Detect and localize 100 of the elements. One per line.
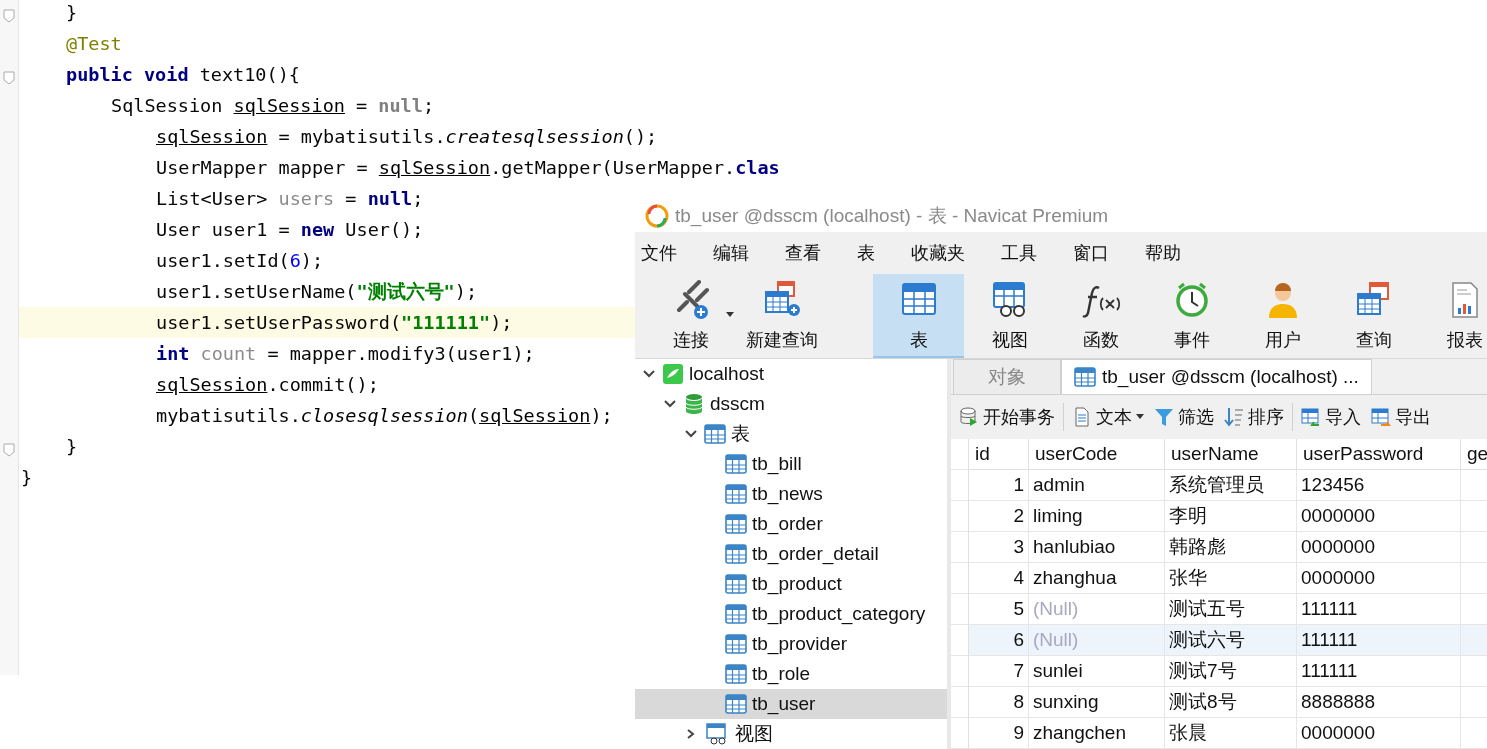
row-header[interactable] [951,625,969,656]
toolbar-button[interactable]: 导入 [1299,402,1363,431]
table-cell: 测试8号 [1165,687,1297,718]
tree-item[interactable]: 视图 [635,719,947,749]
tree-item[interactable]: tb_bill [635,449,947,479]
table-cell: 5 [969,594,1029,625]
toolbar-button[interactable]: 事件 [1146,274,1237,358]
filter-icon [1154,406,1174,427]
tree-item[interactable]: tb_product [635,569,947,599]
row-header[interactable] [951,594,969,625]
tree-item-label: tb_product_category [752,603,926,625]
toolbar-button[interactable]: 新建查询 [736,274,827,358]
tree-item-label: tb_order [752,513,823,535]
toolbar-button[interactable]: 开始事务 [957,402,1057,431]
code-line: User user1 = new User(); [156,218,424,242]
menu-item[interactable]: 窗口 [1073,241,1109,265]
chevron-icon[interactable] [663,399,677,409]
table-cell: (Null) [1029,594,1165,625]
fold-marker-icon[interactable] [3,442,15,457]
menu-item[interactable]: 帮助 [1145,241,1181,265]
row-header[interactable] [951,718,969,749]
tab[interactable]: tb_user @dsscm (localhost) ... [1061,359,1372,394]
tree-item[interactable]: tb_order_detail [635,539,947,569]
table-cell: 0000000 [1297,718,1461,749]
table-cell: 8 [969,687,1029,718]
tree-item-label: tb_user [752,693,816,715]
fold-marker-icon[interactable] [3,8,15,23]
code-line: sqlSession = mybatisutils.createsqlsession(); [156,125,658,149]
tree-item-label: 视图 [735,722,773,746]
toolbar-button[interactable]: 用户 [1237,274,1328,358]
table-cell: 0000000 [1297,563,1461,594]
row-header[interactable] [951,656,969,687]
toolbar-button[interactable]: 导出 [1369,402,1433,431]
table-cell: 111111 [1297,594,1461,625]
code-line: sqlSession.commit(); [156,373,379,397]
tree-item-label: tb_bill [752,453,802,475]
app-logo-icon [645,204,669,228]
window-title: tb_user @dsscm (localhost) - 表 - Navicat Premium [675,204,1109,229]
table-icon [1074,365,1096,388]
tree-item-label: 表 [731,422,750,446]
code-line: } [66,1,78,25]
table-icon [725,573,747,595]
chevron-icon[interactable] [684,429,698,439]
toolbar-button[interactable]: 排序 [1222,402,1286,431]
tree-item[interactable]: tb_product_category [635,599,947,629]
code-line: @Test [66,32,122,56]
chevron-icon[interactable] [642,369,656,379]
table-icon [725,693,747,715]
fold-marker-icon[interactable] [3,70,15,85]
menu-item[interactable]: 表 [857,241,875,265]
code-line: user1.setUserName("测试六号"); [156,280,478,304]
row-header[interactable] [951,687,969,718]
toolbar-button[interactable]: 文本 [1070,402,1146,431]
row-header[interactable] [951,501,969,532]
toolbar-button[interactable]: 筛选 [1152,402,1216,431]
table-cell: 123456 [1297,470,1461,501]
table-cell: (Null) [1029,625,1165,656]
table-cell: 测试五号 [1165,594,1297,625]
tree-item[interactable]: dsscm [635,389,947,419]
tree-item[interactable]: tb_user [635,689,947,719]
row-header[interactable] [951,563,969,594]
table-cell: 9 [969,718,1029,749]
toolbar-button[interactable]: 报表 [1419,274,1487,358]
database-icon [683,393,705,415]
tree-item[interactable]: tb_order [635,509,947,539]
caret-icon[interactable] [726,312,734,317]
toolbar-button[interactable]: 连接 [645,274,736,358]
table-cell: 李明 [1165,501,1297,532]
toolbar-button[interactable]: 视图 [964,274,1055,358]
menu-item[interactable]: 查看 [785,241,821,265]
toolbar-button[interactable]: 函数 [1055,274,1146,358]
caret-icon[interactable] [1136,414,1144,420]
tree-item[interactable]: 表 [635,419,947,449]
code-line: public void text10(){ [66,63,300,87]
code-line: int count = mapper.modify3(user1); [156,342,535,366]
connection-icon [662,363,684,385]
tree-item[interactable]: tb_role [635,659,947,689]
table-cell: 6 [969,625,1029,656]
menu-item[interactable]: 工具 [1001,241,1037,265]
menu-item[interactable]: 收藏夹 [911,241,965,265]
table-cell: sunlei [1029,656,1165,687]
table-cell: 测试7号 [1165,656,1297,687]
menu-item[interactable]: 文件 [641,241,677,265]
tree-item[interactable]: localhost [635,359,947,389]
code-line: mybatisutils.closesqlsession(sqlSession); [156,404,613,428]
toolbar-button[interactable]: 查询 [1328,274,1419,358]
table-cell: 张华 [1165,563,1297,594]
menu-item[interactable]: 编辑 [713,241,749,265]
code-line: } [21,466,33,490]
table-cell: 张晨 [1165,718,1297,749]
code-line: UserMapper mapper = sqlSession.getMapper(UserMapper.clas [156,156,780,180]
table-cell: 111111 [1297,625,1461,656]
row-header[interactable] [951,532,969,563]
row-header[interactable] [951,470,969,501]
table-icon [725,483,747,505]
table-cell: 2 [969,501,1029,532]
tree-item-label: tb_role [752,663,811,685]
tree-item[interactable]: tb_provider [635,629,947,659]
toolbar-button[interactable]: 表 [873,274,964,358]
tree-item[interactable]: tb_news [635,479,947,509]
